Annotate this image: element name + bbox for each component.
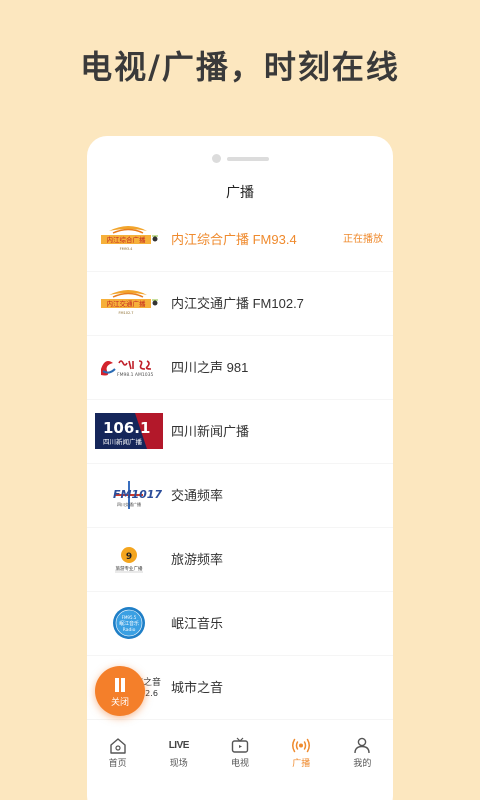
station-row-sichuan-voice[interactable]: FM98.1 AM1035 四川之声 981 [87, 336, 393, 399]
station-row-neijiang-traffic[interactable]: 内江交通广播 FM102.7 内江交通广播 FM102.7 [87, 272, 393, 335]
station-name: 交通频率 [171, 488, 224, 503]
tab-label: 广播 [292, 758, 311, 768]
page-title: 广播 [226, 184, 254, 200]
tab-tv[interactable]: 电视 [209, 731, 270, 776]
phone-speaker [87, 154, 393, 164]
tab-label: 首页 [108, 758, 127, 768]
tab-label: 电视 [231, 758, 250, 768]
station-row-neijiang-general[interactable]: 内江综合广播 FM93.4 内江综合广播 FM93.4 正在播放 [87, 208, 393, 271]
station-row-minjiang-music[interactable]: FM95.5 岷江音乐 Radio 岷江音乐 [87, 592, 393, 655]
station-name: 四川新闻广播 [171, 424, 250, 439]
promo-headline: 电视/广播，时刻在线 [80, 48, 400, 86]
svg-text:FM93.4: FM93.4 [120, 247, 134, 251]
now-playing-badge: 正在播放 [343, 234, 383, 245]
station-name: 内江交通广播 FM102.7 [171, 296, 304, 311]
station-name: 内江综合广播 FM93.4 [171, 232, 297, 247]
svg-text:四川新闻广播: 四川新闻广播 [103, 437, 143, 446]
svg-text:岷江音乐: 岷江音乐 [119, 620, 139, 627]
speaker-slot [227, 157, 269, 161]
sichuan-news-106-logo: 106.1 四川新闻广播 [95, 413, 163, 449]
svg-text:旅游专业广播: 旅游专业广播 [116, 565, 143, 572]
travel-radio-logo: 9 旅游专业广播 [95, 541, 163, 577]
live-icon: LIVE [168, 740, 190, 751]
home-icon [87, 737, 148, 754]
tv-icon [209, 737, 270, 754]
bottom-tab-bar: 首页 LIVE 现场 电视 广播 我的 [87, 731, 393, 776]
station-name: 四川之声 981 [171, 360, 249, 375]
tab-broadcast[interactable]: 广播 [271, 731, 332, 776]
close-label: 关闭 [110, 697, 129, 707]
station-row-travel[interactable]: 9 旅游专业广播 旅游频率 [87, 528, 393, 591]
station-list: 内江综合广播 FM93.4 内江综合广播 FM93.4 正在播放 内江交通广播 … [87, 208, 393, 720]
svg-text:内江交通广播: 内江交通广播 [107, 299, 147, 308]
tab-profile[interactable]: 我的 [332, 731, 393, 776]
svg-text:FM102.7: FM102.7 [118, 311, 133, 315]
svg-text:9: 9 [126, 552, 132, 562]
station-name: 岷江音乐 [171, 616, 224, 631]
svg-text:四川交通广播: 四川交通广播 [117, 501, 141, 507]
station-name: 旅游频率 [171, 552, 224, 567]
neijiang-radio-logo: 内江综合广播 FM93.4 [95, 221, 163, 257]
sichuan-voice-logo: FM98.1 AM1035 [95, 349, 163, 385]
pause-icon [113, 678, 127, 692]
minjiang-music-logo: FM95.5 岷江音乐 Radio [95, 605, 163, 641]
neijiang-radio-logo: 内江交通广播 FM102.7 [95, 285, 163, 321]
tab-live[interactable]: LIVE 现场 [148, 731, 209, 776]
tab-label: 现场 [169, 758, 188, 768]
broadcast-icon [271, 737, 332, 754]
svg-text:Radio: Radio [123, 627, 136, 633]
svg-text:内江综合广播: 内江综合广播 [107, 235, 147, 244]
front-camera [212, 154, 221, 163]
svg-text:106.1: 106.1 [103, 419, 150, 437]
tab-label: 我的 [353, 758, 372, 768]
station-row-sichuan-news[interactable]: 106.1 四川新闻广播 四川新闻广播 [87, 400, 393, 463]
svg-text:FM98.1 AM1035: FM98.1 AM1035 [117, 372, 153, 378]
user-icon [332, 737, 393, 754]
fm1017-logo: FM1017 四川交通广播 [95, 477, 163, 513]
station-name: 城市之音 [171, 680, 224, 695]
svg-text:FM1017: FM1017 [113, 488, 162, 501]
floating-player-button[interactable]: 关闭 [95, 666, 145, 716]
station-row-traffic[interactable]: FM1017 四川交通广播 交通频率 [87, 464, 393, 527]
svg-text:FM95.5: FM95.5 [122, 615, 137, 620]
tab-home[interactable]: 首页 [87, 731, 148, 776]
